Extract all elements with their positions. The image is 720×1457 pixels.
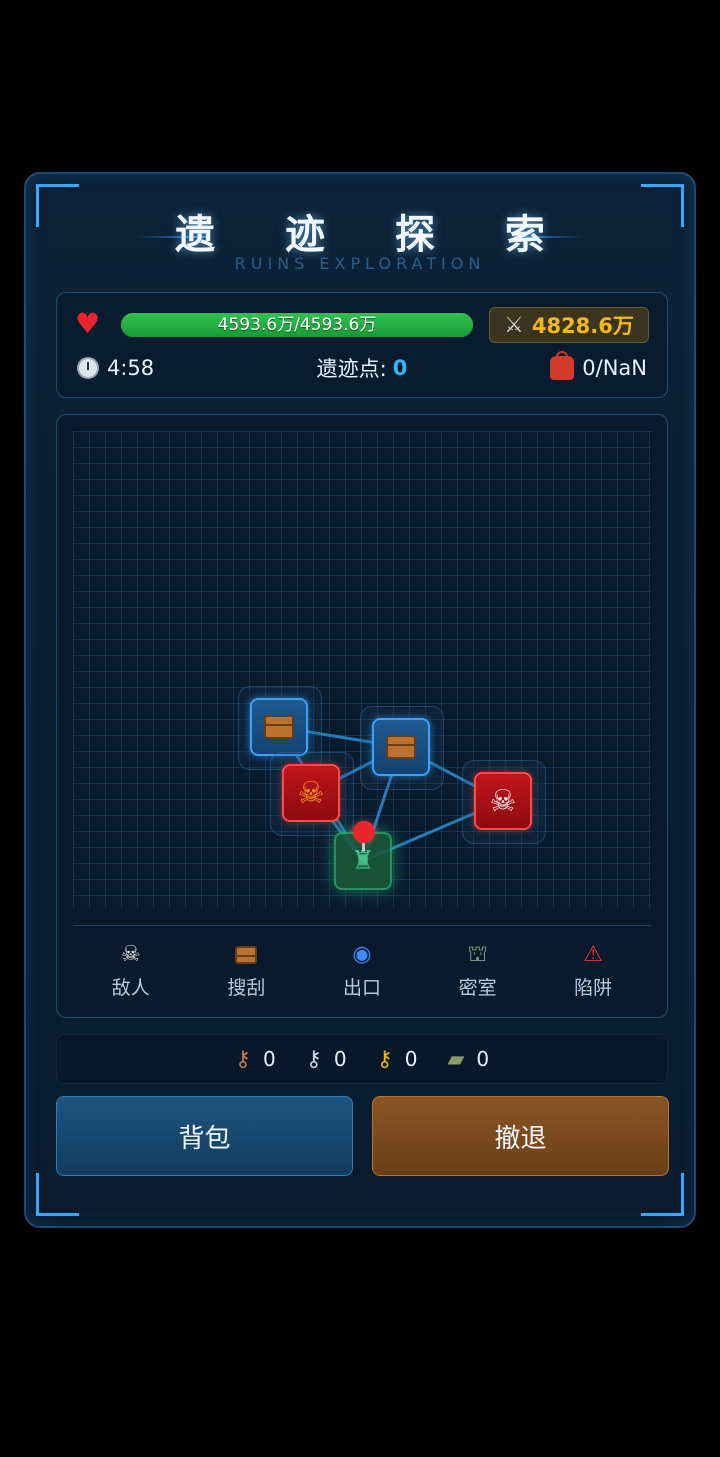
skull-icon: ☠ xyxy=(489,783,517,819)
key-item-silver: ⚷ 0 xyxy=(306,1047,347,1072)
backpack-icon xyxy=(550,351,575,380)
demon-skull-icon: ☠ xyxy=(297,775,325,811)
bag-capacity: 0/NaN xyxy=(550,351,647,383)
key-item-keycard: ▰ 0 xyxy=(447,1047,489,1072)
chest-icon xyxy=(264,715,294,739)
retreat-button[interactable]: 撤退 xyxy=(372,1096,669,1176)
key-item-gold: ⚷ 0 xyxy=(377,1047,418,1072)
hp-text: 4593.6万/4593.6万 xyxy=(217,315,377,335)
key-count: 0 xyxy=(476,1047,490,1071)
map-divider xyxy=(73,925,651,926)
ruins-exploration-panel: 遗 迹 探 索 RUINS EXPLORATION ♥ 4593.6万/4593… xyxy=(24,172,696,1228)
keycard-icon: ▰ xyxy=(447,1046,465,1072)
legend-label: 搜刮 xyxy=(227,977,266,999)
legend-label: 密室 xyxy=(458,977,497,999)
legend-item-loot: 搜刮 xyxy=(196,941,296,1001)
map-node-chest[interactable] xyxy=(372,718,430,776)
bronze-key-icon: ⚷ xyxy=(234,1046,251,1072)
stats-panel: ♥ 4593.6万/4593.6万 ⚔ 4828.6万 4:58 遗迹点: 0 … xyxy=(56,292,668,398)
key-inventory: ⚷ 0 ⚷ 0 ⚷ 0 ▰ 0 xyxy=(56,1034,668,1084)
crossed-swords-icon: ⚔ xyxy=(504,312,524,338)
map-legend: ☠ 敌人 搜刮 ◉ 出口 ⛫ 密室 ⚠ 陷阱 xyxy=(73,941,651,1001)
legend-item-secret-room: ⛫ 密室 xyxy=(428,941,528,1001)
page-title: 遗 迹 探 索 xyxy=(175,212,573,258)
ruin-points-label: 遗迹点: xyxy=(316,357,387,381)
key-count: 0 xyxy=(404,1047,418,1071)
legend-label: 陷阱 xyxy=(574,977,613,999)
key-item-bronze: ⚷ 0 xyxy=(235,1047,276,1072)
map-node-enemy[interactable]: ☠ xyxy=(474,772,532,830)
page-subtitle: RUINS EXPLORATION xyxy=(234,254,486,273)
portal-icon: ◉ xyxy=(352,942,372,967)
skull-icon: ☠ xyxy=(120,942,141,967)
exploration-map: ☠ ☠ ♜ ☠ 敌人 搜刮 ◉ 出口 ⛫ 密室 ⚠ 陷阱 xyxy=(56,414,668,1018)
legend-item-exit: ◉ 出口 xyxy=(312,941,412,1001)
map-node-enemy[interactable]: ☠ xyxy=(282,764,340,822)
legend-label: 敌人 xyxy=(111,977,150,999)
hp-bar: 4593.6万/4593.6万 xyxy=(121,313,473,337)
backpack-button[interactable]: 背包 xyxy=(56,1096,353,1176)
chest-icon xyxy=(386,735,416,759)
warning-icon: ⚠ xyxy=(583,942,604,967)
ruin-points-value: 0 xyxy=(392,356,408,380)
corner-decoration xyxy=(36,1173,79,1216)
gold-key-icon: ⚷ xyxy=(376,1046,393,1072)
secret-room-icon: ⛫ xyxy=(467,942,488,967)
combat-power-value: 4828.6万 xyxy=(531,314,634,338)
legend-item-trap: ⚠ 陷阱 xyxy=(543,941,643,1001)
legend-item-enemy: ☠ 敌人 xyxy=(81,941,181,1001)
chest-icon xyxy=(235,941,258,969)
silver-key-icon: ⚷ xyxy=(305,1046,322,1072)
heart-icon: ♥ xyxy=(75,307,101,340)
player-pin-icon xyxy=(353,821,375,843)
legend-label: 出口 xyxy=(342,977,381,999)
bag-capacity-value: 0/NaN xyxy=(582,356,647,380)
map-node-chest[interactable] xyxy=(250,698,308,756)
key-count: 0 xyxy=(333,1047,347,1071)
key-count: 0 xyxy=(263,1047,276,1071)
corner-decoration xyxy=(641,1173,684,1216)
combat-power-badge: ⚔ 4828.6万 xyxy=(489,307,649,343)
